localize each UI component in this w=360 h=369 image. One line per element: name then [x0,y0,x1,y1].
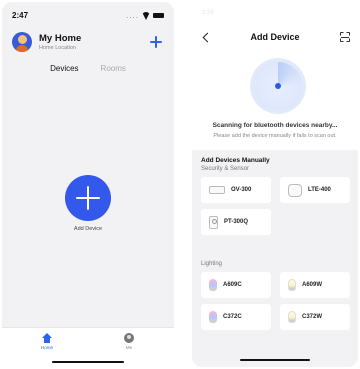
scan-status: Scanning for bluetooth devices nearby... [212,122,338,129]
device-name: C372W [302,314,323,320]
device-name: C372C [223,314,242,320]
signal-dots-icon: .... [126,10,139,20]
home-header: My Home Home Location [12,30,164,54]
device-card-ov-300[interactable]: OV-300 [201,177,271,203]
status-time: 2:47 [12,10,29,20]
device-name: PT-300Q [224,219,249,225]
tab-devices[interactable]: Devices [50,64,78,73]
home-indicator [240,359,310,361]
device-card-a609c[interactable]: A609C [201,272,271,298]
wifi-icon [142,12,150,18]
device-name: LTE-400 [308,187,331,193]
nav-home-label: Home [40,345,53,350]
device-name: A609C [223,282,242,288]
device-card-lte-400[interactable]: LTE-400 [280,177,350,203]
tab-rooms[interactable]: Rooms [101,64,126,73]
device-card-c372c[interactable]: C372C [201,304,271,330]
add-device-plus-button[interactable] [148,34,164,50]
status-time: 2:26 [202,10,214,16]
camera-icon [288,183,302,197]
bulb-icon [288,311,296,323]
scan-hint: Please add the device manually if fails … [213,133,337,139]
device-card-pt-300q[interactable]: PT-300Q [201,209,271,235]
status-icons: .... [126,11,164,20]
section-lighting-title: Lighting [201,261,223,267]
scan-panel: 2:26 Add Device Scanning for bluetooth d… [192,2,358,150]
home-tabs: Devices Rooms [2,64,174,73]
home-indicator [52,361,124,363]
device-card-a609w[interactable]: A609W [280,272,350,298]
page-title: Add Device [250,32,300,42]
nav-me[interactable]: Me [114,333,144,350]
battery-icon [153,12,164,18]
add-device-label: Add Device [73,226,103,232]
nav-home[interactable]: Home [32,333,62,350]
home-screen: 2:47 .... My Home Home Location Devices … [2,2,174,367]
radar-center-dot [275,83,281,89]
device-name: A609W [302,282,323,288]
home-icon [42,333,52,343]
bulb-icon [288,279,296,291]
bulb-icon [209,279,217,291]
device-name: OV-300 [231,187,252,193]
home-location: Home Location [39,44,76,51]
camera-icon [209,186,225,194]
nav-me-label: Me [125,345,133,350]
profile-icon [124,333,134,343]
home-title: My Home [39,32,82,44]
bluetooth-radar [250,58,306,114]
qr-scan-icon[interactable] [340,32,350,42]
sensor-icon [209,215,218,229]
status-bar: 2:26 [202,10,348,16]
section-security-title: Security & Sensor [201,166,250,172]
add-device-header: Add Device [192,32,358,46]
status-bar: 2:47 .... [12,10,164,20]
bottom-nav: Home Me [2,327,174,367]
device-card-c372w[interactable]: C372W [280,304,350,330]
home-titles[interactable]: My Home Home Location [39,33,81,52]
manual-add-title: Add Devices Manually [201,157,270,164]
add-device-button[interactable] [65,175,111,221]
avatar[interactable] [12,32,32,52]
add-device-screen: 2:26 Add Device Scanning for bluetooth d… [192,2,358,367]
bulb-icon [209,311,217,323]
